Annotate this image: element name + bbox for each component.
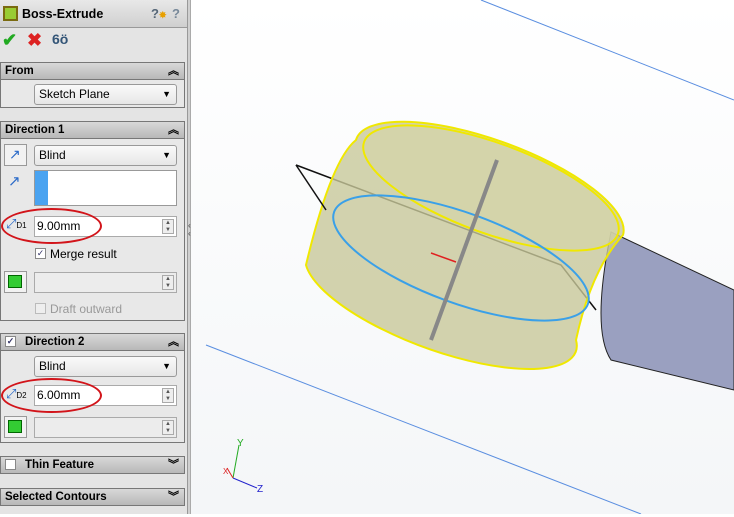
collapse-icon[interactable]: ︽ (168, 334, 179, 350)
spin-button[interactable]: ▲ ▼ (162, 420, 174, 435)
direction1-header[interactable]: Direction 1 ︽ (0, 121, 185, 139)
triad-z-label: Z (257, 484, 263, 495)
draft2-angle-input[interactable]: ▲ ▼ (34, 417, 177, 438)
plane-edge (480, 0, 734, 101)
thin-feature-label: Thin Feature (25, 459, 95, 471)
highlight-oval (1, 378, 102, 413)
direction-vector-icon: ↗ (8, 173, 21, 190)
direction2-header[interactable]: ✓ Direction 2 ︽ (0, 333, 185, 351)
title-bar: Boss-Extrude ?✸ ? (0, 0, 187, 28)
merge-result-checkbox[interactable]: ✓ (35, 248, 46, 259)
thin-feature-header[interactable]: Thin Feature ︾ (0, 456, 185, 474)
from-label: From (5, 65, 34, 77)
expand-icon[interactable]: ︾ (168, 457, 179, 473)
boss-extrude-icon (3, 6, 18, 21)
existing-body (600, 231, 734, 391)
end-condition-value: Blind (39, 148, 66, 162)
reverse-direction-button[interactable]: ↗ (4, 144, 27, 166)
collapse-icon[interactable]: ︽ (168, 63, 179, 79)
draft-outward-checkbox[interactable] (35, 303, 46, 314)
reverse-direction-icon: ↗ (9, 146, 21, 162)
from-header[interactable]: From ︽ (0, 62, 185, 80)
start-condition-dropdown[interactable]: Sketch Plane ▼ (34, 84, 177, 105)
draft2-button[interactable] (4, 416, 27, 438)
chevron-down-icon: ▼ (162, 150, 171, 160)
end-condition-dropdown[interactable]: Blind ▼ (34, 145, 177, 166)
direction-vector-list[interactable] (34, 170, 177, 206)
spin-button[interactable]: ▲ ▼ (162, 219, 174, 234)
feature-title: Boss-Extrude (22, 7, 104, 21)
property-manager: Boss-Extrude ?✸ ? ✔ ✖ 6ö From ︽ Sketch Pl… (0, 0, 187, 514)
triad-x-label: X (223, 467, 229, 476)
detailed-preview-icon[interactable]: 6ö (52, 31, 68, 47)
help-icon[interactable]: ? (172, 6, 180, 21)
whats-wrong-icon[interactable]: ?✸ (151, 6, 167, 21)
draft-icon (8, 275, 22, 288)
chevron-down-icon: ▼ (162, 89, 171, 99)
draft-icon (8, 420, 22, 433)
expand-icon[interactable]: ︾ (168, 489, 179, 505)
cancel-x-icon[interactable]: ✖ (27, 30, 42, 51)
direction1-label: Direction 1 (5, 124, 65, 136)
spin-button[interactable]: ▲ ▼ (162, 275, 174, 290)
draft-outward-label: Draft outward (50, 302, 123, 316)
plane-edge (205, 344, 642, 515)
triad-y-label: Y (237, 438, 244, 449)
spin-button[interactable]: ▲ ▼ (162, 388, 174, 403)
draft-button[interactable] (4, 271, 27, 293)
thin-feature-checkbox[interactable] (5, 459, 16, 470)
selected-contours-header[interactable]: Selected Contours ︾ (0, 488, 185, 506)
graphics-viewport[interactable]: Y Z X (191, 0, 734, 515)
direction2-label: Direction 2 (25, 336, 85, 348)
end-condition2-value: Blind (39, 359, 66, 373)
merge-result-label: Merge result (50, 247, 117, 261)
collapse-icon[interactable]: ︽ (168, 122, 179, 138)
end-condition2-dropdown[interactable]: Blind ▼ (34, 356, 177, 377)
direction2-checkbox[interactable]: ✓ (5, 336, 16, 347)
selected-contours-label: Selected Contours (5, 491, 107, 503)
highlight-oval (1, 208, 102, 244)
triad: Y Z X (223, 438, 263, 495)
draft-angle-input[interactable]: ▲ ▼ (34, 272, 177, 293)
model-preview: Y Z X (205, 0, 734, 515)
ok-check-icon[interactable]: ✔ (2, 30, 17, 51)
start-condition-value: Sketch Plane (39, 87, 110, 101)
chevron-down-icon: ▼ (162, 361, 171, 371)
